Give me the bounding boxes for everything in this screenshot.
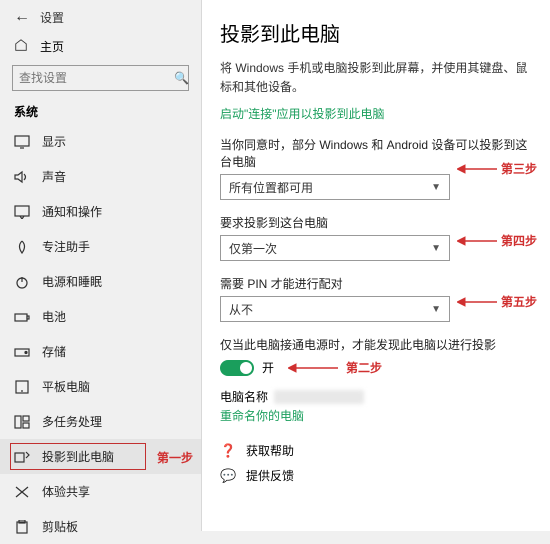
nav-label: 存储	[42, 343, 66, 360]
share-icon	[14, 485, 30, 499]
rename-pc-link[interactable]: 重命名你的电脑	[220, 407, 534, 424]
annotation-step2: 第二步	[346, 359, 382, 376]
help-icon: ❓	[220, 443, 236, 459]
nav-label: 剪贴板	[42, 518, 78, 535]
nav-label: 电源和睡眠	[42, 273, 102, 290]
annotation-step3: 第三步	[501, 160, 537, 177]
annotation-step5-row: 第五步	[457, 293, 537, 310]
storage-icon	[14, 345, 30, 359]
sidebar-item-clipboard[interactable]: 剪贴板	[0, 509, 201, 544]
home-icon	[14, 38, 28, 55]
chevron-down-icon: ▼	[431, 182, 441, 193]
search-input[interactable]: 🔍	[12, 65, 189, 91]
annotation-step1: 第一步	[157, 449, 193, 466]
home-label: 主页	[40, 38, 64, 55]
display-icon	[14, 135, 30, 149]
page-description: 将 Windows 手机或电脑投影到此屏幕，并使用其键盘、鼠标和其他设备。	[220, 59, 534, 97]
nav-label: 显示	[42, 133, 66, 150]
search-icon: 🔍	[174, 71, 189, 85]
sidebar-item-multitask[interactable]: 多任务处理	[0, 404, 201, 439]
clipboard-icon	[14, 520, 30, 534]
chevron-down-icon: ▼	[431, 243, 441, 254]
sidebar-item-sound[interactable]: 声音	[0, 159, 201, 194]
nav-label: 通知和操作	[42, 203, 102, 220]
section-system-label: 系统	[0, 97, 201, 124]
sidebar-item-share[interactable]: 体验共享	[0, 474, 201, 509]
field3-value: 从不	[229, 301, 253, 318]
field2-label: 要求投影到这台电脑	[220, 214, 534, 231]
power-only-toggle[interactable]	[220, 360, 254, 376]
field3-label: 需要 PIN 才能进行配对	[220, 275, 534, 292]
feedback-link[interactable]: 💬 提供反馈	[220, 467, 534, 484]
sidebar-item-tablet[interactable]: 平板电脑	[0, 369, 201, 404]
field1-select[interactable]: 所有位置都可用 ▼	[220, 174, 450, 200]
tablet-icon	[14, 380, 30, 394]
pc-name-value-redacted	[274, 390, 364, 404]
launch-connect-link[interactable]: 启动"连接"应用以投影到此电脑	[220, 105, 534, 122]
nav-label: 平板电脑	[42, 378, 90, 395]
sidebar-item-focus[interactable]: 专注助手	[0, 229, 201, 264]
nav-label: 多任务处理	[42, 413, 102, 430]
field2-select[interactable]: 仅第一次 ▼	[220, 235, 450, 261]
nav-label: 投影到此电脑	[42, 448, 114, 465]
sidebar-item-power[interactable]: 电源和睡眠	[0, 264, 201, 299]
toggle-state: 开	[262, 359, 274, 376]
notify-icon	[14, 205, 30, 219]
main-content: 投影到此电脑 将 Windows 手机或电脑投影到此屏幕，并使用其键盘、鼠标和其…	[202, 0, 550, 531]
sidebar-item-home[interactable]: 主页	[0, 32, 201, 61]
pc-name-label: 电脑名称	[220, 388, 268, 405]
sidebar-item-notifications[interactable]: 通知和操作	[0, 194, 201, 229]
settings-title: 设置	[40, 9, 64, 26]
help-label: 获取帮助	[246, 442, 294, 459]
power-icon	[14, 275, 30, 289]
focus-icon	[14, 240, 30, 254]
nav-label: 电池	[42, 308, 66, 325]
annotation-step5: 第五步	[501, 293, 537, 310]
toggle-label: 仅当此电脑接通电源时，才能发现此电脑以进行投影	[220, 336, 534, 353]
annotation-step3-row: 第三步	[457, 160, 537, 177]
feedback-icon: 💬	[220, 468, 236, 484]
get-help-link[interactable]: ❓ 获取帮助	[220, 442, 534, 459]
annotation-step4: 第四步	[501, 232, 537, 249]
sidebar-item-battery[interactable]: 电池	[0, 299, 201, 334]
nav-label: 声音	[42, 168, 66, 185]
annotation-step4-row: 第四步	[457, 232, 537, 249]
field2-value: 仅第一次	[229, 240, 277, 257]
project-icon	[14, 450, 30, 464]
battery-icon	[14, 310, 30, 324]
sound-icon	[14, 170, 30, 184]
settings-sidebar: ← 设置 主页 🔍 系统 显示 声音	[0, 0, 202, 531]
sidebar-item-project[interactable]: 投影到此电脑 第一步	[0, 439, 201, 474]
chevron-down-icon: ▼	[431, 304, 441, 315]
sidebar-item-storage[interactable]: 存储	[0, 334, 201, 369]
field1-value: 所有位置都可用	[229, 179, 313, 196]
back-icon[interactable]: ←	[14, 8, 30, 26]
field3-select[interactable]: 从不 ▼	[220, 296, 450, 322]
multitask-icon	[14, 415, 30, 429]
page-title: 投影到此电脑	[220, 18, 534, 47]
search-field[interactable]	[19, 71, 174, 85]
sidebar-item-display[interactable]: 显示	[0, 124, 201, 159]
nav-label: 专注助手	[42, 238, 90, 255]
nav-label: 体验共享	[42, 483, 90, 500]
feedback-label: 提供反馈	[246, 467, 294, 484]
